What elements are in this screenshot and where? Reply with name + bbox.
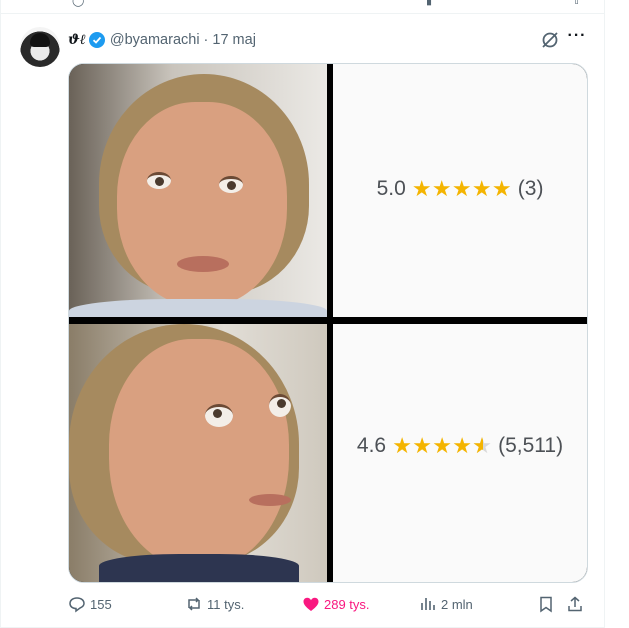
star-icon: ★: [491, 176, 512, 201]
bookmark-button[interactable]: [537, 594, 559, 614]
rating-bottom: 4.6 ★ ★ ★ ★ ★ (5,511): [333, 434, 587, 458]
views-button[interactable]: 2 mln: [419, 594, 473, 614]
star-icon: ★: [451, 176, 472, 201]
rating-count-bottom: (5,511): [498, 434, 564, 457]
like-button[interactable]: 289 tys.: [302, 594, 370, 614]
reply-count: 155: [90, 596, 112, 612]
star-rating-top: ★ ★ ★ ★ ★: [411, 176, 512, 201]
reply-icon: [68, 595, 86, 613]
display-name[interactable]: ϑℓ: [68, 32, 86, 49]
separator: ·: [203, 32, 209, 48]
previous-reply-icon[interactable]: ◯: [72, 0, 84, 7]
user-handle[interactable]: @byamarachi: [110, 32, 200, 48]
rating-count-top: (3): [517, 177, 544, 200]
share-icon: [566, 595, 584, 613]
star-rating-bottom: ★ ★ ★ ★ ★: [392, 433, 492, 458]
like-icon: [302, 595, 320, 613]
previous-views-icon[interactable]: ▮: [426, 0, 436, 7]
star-icon: ★: [432, 433, 452, 458]
tweet-divider: [0, 13, 605, 14]
avatar[interactable]: [20, 27, 60, 67]
grok-icon[interactable]: [540, 30, 560, 50]
repost-button[interactable]: 11 tys.: [185, 594, 244, 614]
more-icon[interactable]: ···: [566, 28, 588, 48]
repost-icon: [185, 595, 203, 613]
repost-count: 11 tys.: [207, 596, 245, 612]
bookmark-icon: [537, 595, 555, 613]
rating-value-top: 5.0: [376, 177, 406, 200]
timestamp[interactable]: 17 maj: [212, 32, 256, 48]
rating-top: 5.0 ★ ★ ★ ★ ★ (3): [333, 177, 587, 201]
timeline-right-border: [604, 0, 605, 628]
tweet-actions: 155 11 tys. 289 tys. 2 mln: [68, 594, 588, 614]
rating-panel-top: 5.0 ★ ★ ★ ★ ★ (3): [333, 64, 587, 317]
star-icon: ★: [452, 433, 472, 458]
meme-panel-top-left: [69, 64, 327, 317]
star-icon: ★: [412, 433, 432, 458]
previous-share-icon[interactable]: ⇧: [572, 0, 582, 7]
star-icon: ★: [411, 176, 432, 201]
verified-badge-icon[interactable]: [88, 32, 105, 48]
tweet-header: ϑℓ @byamarachi · 17 maj: [68, 30, 256, 50]
star-icon: ★: [392, 433, 412, 458]
half-star-icon: ★: [472, 435, 492, 457]
meme-panel-bottom-left: [69, 324, 327, 582]
like-count: 289 tys.: [324, 596, 370, 612]
star-icon: ★: [431, 176, 452, 201]
views-count: 2 mln: [441, 596, 473, 612]
tweet-media-image[interactable]: 5.0 ★ ★ ★ ★ ★ (3) 4.6 ★ ★ ★ ★ ★ ★ (5,511…: [68, 63, 588, 583]
rating-value-bottom: 4.6: [356, 434, 387, 457]
timeline-left-border: [0, 0, 1, 628]
reply-button[interactable]: 155: [68, 594, 112, 614]
share-button[interactable]: [566, 594, 588, 614]
views-icon: [419, 595, 437, 613]
rating-panel-bottom: 4.6 ★ ★ ★ ★ ★ (5,511): [333, 324, 587, 582]
previous-tweet-actions: ◯ ▮ ⇧: [0, 0, 629, 10]
star-icon: ★: [471, 176, 492, 201]
